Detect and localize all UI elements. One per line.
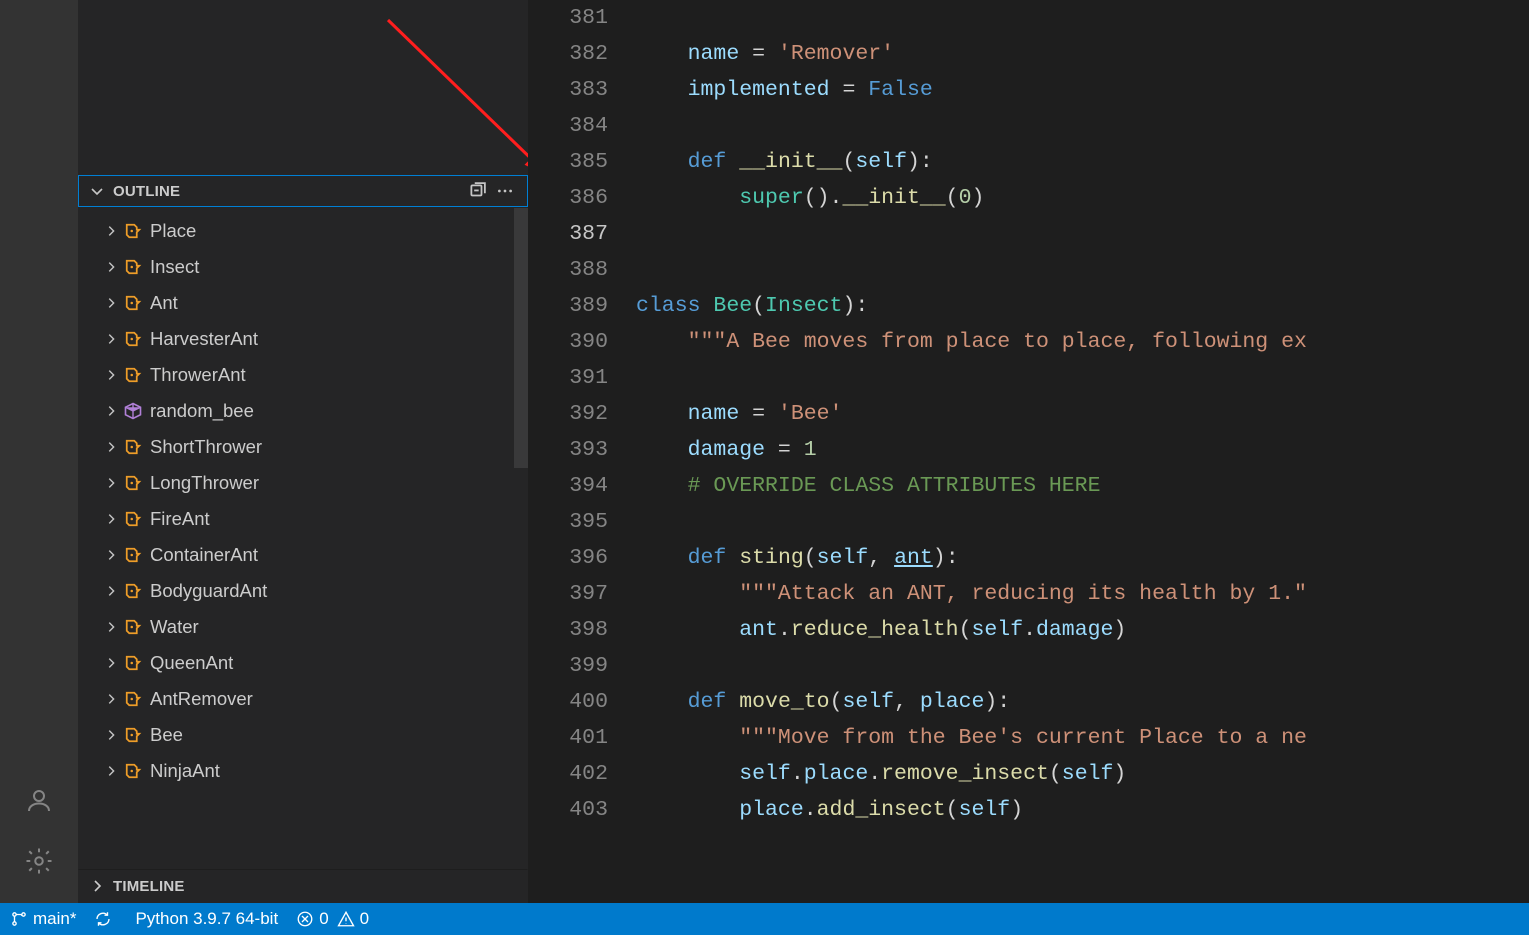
chevron-right-icon [102,728,120,742]
chevron-right-icon [89,878,105,894]
outline-item-label: AntRemover [150,688,253,710]
error-count: 0 [319,909,328,929]
chevron-right-icon [102,476,120,490]
outline-item-label: QueenAnt [150,652,233,674]
outline-item-label: BodyguardAnt [150,580,267,602]
outline-title: OUTLINE [113,183,180,200]
accounts-icon[interactable] [15,777,63,825]
outline-item-label: FireAnt [150,508,210,530]
source-control-branch[interactable]: main* [10,903,76,935]
outline-item[interactable]: Ant [78,285,528,321]
outline-item[interactable]: Place [78,213,528,249]
chevron-right-icon [102,512,120,526]
outline-item-label: Bee [150,724,183,746]
outline-item[interactable]: ThrowerAnt [78,357,528,393]
symbol-class-icon [122,508,144,530]
outline-item[interactable]: ContainerAnt [78,537,528,573]
warning-count: 0 [360,909,369,929]
symbol-class-icon [122,220,144,242]
chevron-right-icon [102,404,120,418]
outline-item[interactable]: QueenAnt [78,645,528,681]
code-content[interactable]: name = 'Remover' implemented = False def… [636,0,1529,903]
chevron-right-icon [102,296,120,310]
collapse-all-icon[interactable] [465,179,489,203]
more-icon[interactable] [493,179,517,203]
chevron-right-icon [102,224,120,238]
problems-status[interactable]: 0 0 [296,903,369,935]
symbol-class-icon [122,652,144,674]
chevron-right-icon [102,440,120,454]
status-bar: main* Python 3.9.7 64-bit 0 0 [0,903,1529,935]
activity-bar [0,0,78,903]
symbol-class-icon [122,760,144,782]
symbol-variable-icon [122,400,144,422]
outline-tree[interactable]: Place Insect Ant HarvesterAnt ThrowerAnt rand… [78,207,528,869]
symbol-class-icon [122,616,144,638]
chevron-right-icon [102,368,120,382]
code-editor[interactable]: 3813823833843853863873883893903913923933… [528,0,1529,903]
chevron-right-icon [102,332,120,346]
outline-item[interactable]: LongThrower [78,465,528,501]
symbol-class-icon [122,544,144,566]
outline-item[interactable]: Bee [78,717,528,753]
interpreter-label: Python 3.9.7 64-bit [135,909,278,929]
chevron-right-icon [102,656,120,670]
outline-item[interactable]: BodyguardAnt [78,573,528,609]
outline-item[interactable]: random_bee [78,393,528,429]
symbol-class-icon [122,256,144,278]
chevron-down-icon [89,183,105,199]
outline-item-label: random_bee [150,400,254,422]
outline-item[interactable]: FireAnt [78,501,528,537]
outline-item-label: ThrowerAnt [150,364,246,386]
outline-item-label: Water [150,616,199,638]
python-interpreter[interactable]: Python 3.9.7 64-bit [130,903,278,935]
sidebar: OUTLINE Place Insect Ant HarvesterAnt Throwe… [78,0,528,903]
outline-item-label: HarvesterAnt [150,328,258,350]
outline-item[interactable]: Insect [78,249,528,285]
outline-item-label: LongThrower [150,472,259,494]
symbol-class-icon [122,292,144,314]
symbol-class-icon [122,328,144,350]
outline-item-label: ShortThrower [150,436,262,458]
chevron-right-icon [102,620,120,634]
symbol-class-icon [122,436,144,458]
symbol-class-icon [122,472,144,494]
symbol-class-icon [122,688,144,710]
symbol-class-icon [122,364,144,386]
settings-gear-icon[interactable] [15,837,63,885]
timeline-title: TIMELINE [113,878,185,895]
outline-item[interactable]: AntRemover [78,681,528,717]
chevron-right-icon [102,260,120,274]
chevron-right-icon [102,692,120,706]
branch-name: main* [33,909,76,929]
outline-item-label: Insect [150,256,199,278]
outline-item[interactable]: HarvesterAnt [78,321,528,357]
outline-item[interactable]: NinjaAnt [78,753,528,789]
outline-item-label: ContainerAnt [150,544,258,566]
outline-item-label: NinjaAnt [150,760,220,782]
symbol-class-icon [122,724,144,746]
chevron-right-icon [102,584,120,598]
chevron-right-icon [102,548,120,562]
outline-panel-header[interactable]: OUTLINE [78,175,528,207]
timeline-panel-header[interactable]: TIMELINE [78,869,528,903]
line-number-gutter: 3813823833843853863873883893903913923933… [528,0,636,903]
sync-button[interactable] [94,903,112,935]
outline-item-label: Ant [150,292,178,314]
outline-item[interactable]: Water [78,609,528,645]
outline-item-label: Place [150,220,196,242]
scrollbar-thumb[interactable] [514,208,528,468]
outline-item[interactable]: ShortThrower [78,429,528,465]
symbol-class-icon [122,580,144,602]
chevron-right-icon [102,764,120,778]
